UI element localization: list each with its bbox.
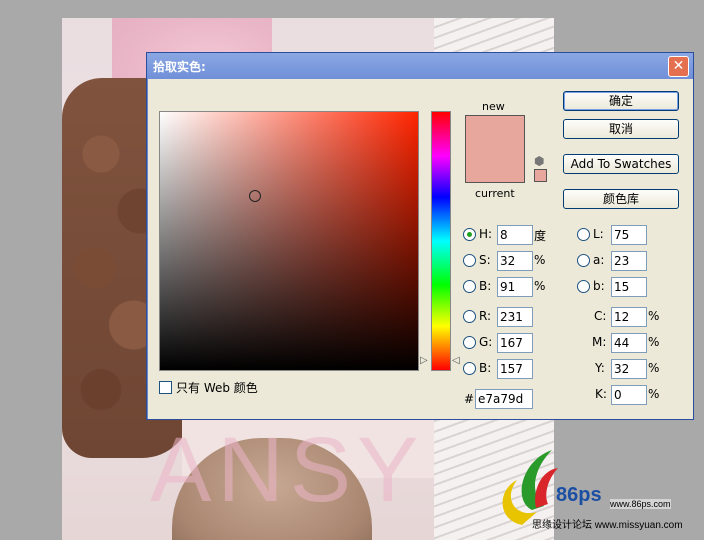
lab-a-input[interactable]: 23 [611, 251, 647, 271]
hue-unit: 度 [534, 229, 547, 243]
red-label: R: [479, 309, 492, 323]
swatch-new-label: new [482, 100, 505, 113]
cyan-input[interactable]: 12 [611, 307, 647, 327]
hue-radio-row[interactable]: H: [463, 224, 492, 244]
cyan-label: C: [594, 309, 607, 323]
saturation-label: S: [479, 253, 491, 267]
brightness-label: B: [479, 279, 492, 293]
lab-b-radio[interactable] [577, 279, 590, 293]
green-radio[interactable] [463, 335, 476, 349]
brightness-unit: % [534, 279, 546, 293]
red-input[interactable]: 231 [497, 307, 533, 327]
yellow-label: Y: [595, 361, 605, 375]
lab-a-radio[interactable] [577, 253, 590, 267]
swatch-current-label: current [475, 187, 515, 200]
color-field[interactable] [159, 111, 419, 371]
checkbox-box[interactable] [159, 381, 172, 394]
lab-l-input[interactable]: 75 [611, 225, 647, 245]
web-colors-only-checkbox[interactable]: 只有 Web 颜色 [159, 379, 258, 396]
lab-b-radio-row[interactable]: b: [577, 276, 605, 296]
lab-a-radio-row[interactable]: a: [577, 250, 604, 270]
web-colors-only-label: 只有 Web 颜色 [176, 381, 258, 395]
hue-label: H: [479, 227, 493, 241]
site-logo: 86ps www.86ps.com 思缘设计论坛 www.missyuan.co… [492, 440, 702, 540]
cyan-unit: % [648, 309, 660, 323]
brightness-radio-row[interactable]: B: [463, 276, 491, 296]
magenta-unit: % [648, 335, 660, 349]
black-input[interactable]: 0 [611, 385, 647, 405]
yellow-unit: % [648, 361, 660, 375]
dialog-titlebar[interactable]: 拾取实色: ✕ [147, 53, 693, 79]
hue-slider[interactable] [431, 111, 451, 371]
saturation-unit: % [534, 253, 546, 267]
lab-b-label: b: [593, 279, 605, 293]
color-preview-swatch [465, 115, 525, 183]
yellow-input[interactable]: 32 [611, 359, 647, 379]
black-label: K: [595, 387, 607, 401]
cancel-button[interactable]: 取消 [563, 119, 679, 139]
saturation-radio[interactable] [463, 253, 476, 267]
red-radio-row[interactable]: R: [463, 306, 491, 326]
dialog-title: 拾取实色: [153, 60, 206, 74]
magenta-input[interactable]: 44 [611, 333, 647, 353]
color-picker-dialog: 拾取实色: ✕ ▷ ◁ 只有 Web 颜色 new current ⬢ 确定 取… [146, 52, 694, 420]
logo-number: 86ps [556, 484, 602, 506]
current-color-swatch[interactable] [466, 149, 524, 182]
lab-a-label: a: [593, 253, 605, 267]
hue-radio[interactable] [463, 227, 476, 241]
add-to-swatches-button[interactable]: Add To Swatches [563, 154, 679, 174]
blue-radio[interactable] [463, 361, 476, 375]
brightness-radio[interactable] [463, 279, 476, 293]
hue-slider-right-arrow-icon[interactable]: ◁ [452, 356, 460, 366]
gamut-swatch[interactable] [534, 169, 547, 182]
saturation-input[interactable]: 32 [497, 251, 533, 271]
blue-input[interactable]: 157 [497, 359, 533, 379]
color-libraries-button[interactable]: 颜色库 [563, 189, 679, 209]
hue-slider-left-arrow-icon[interactable]: ▷ [420, 356, 428, 366]
green-label: G: [479, 335, 493, 349]
red-radio[interactable] [463, 309, 476, 323]
color-field-cursor[interactable] [249, 190, 261, 202]
hue-input[interactable]: 8 [497, 225, 533, 245]
lab-b-input[interactable]: 15 [611, 277, 647, 297]
brightness-input[interactable]: 91 [497, 277, 533, 297]
logo-subtitle: 思缘设计论坛 www.missyuan.com [532, 520, 683, 531]
blue-label: B: [479, 361, 492, 375]
lab-l-radio-row[interactable]: L: [577, 224, 604, 244]
hex-input[interactable]: e7a79d [475, 389, 533, 409]
new-color-swatch [466, 116, 524, 149]
black-unit: % [648, 387, 660, 401]
lab-l-label: L: [593, 227, 604, 241]
saturation-radio-row[interactable]: S: [463, 250, 491, 270]
ok-button[interactable]: 确定 [563, 91, 679, 111]
blue-radio-row[interactable]: B: [463, 358, 491, 378]
green-input[interactable]: 167 [497, 333, 533, 353]
out-of-gamut-cube-icon[interactable]: ⬢ [534, 154, 544, 168]
green-radio-row[interactable]: G: [463, 332, 492, 352]
close-icon[interactable]: ✕ [668, 56, 689, 77]
logo-url: www.86ps.com [610, 499, 671, 509]
lab-l-radio[interactable] [577, 227, 590, 241]
magenta-label: M: [592, 335, 607, 349]
hex-label: # [464, 392, 475, 406]
